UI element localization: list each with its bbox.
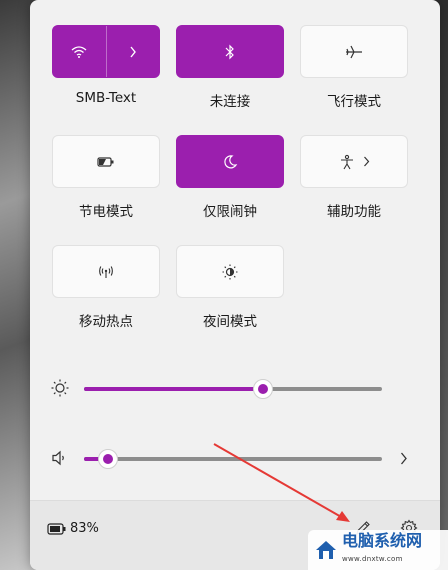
- sun-icon: [50, 378, 70, 398]
- airplane-label: 飞行模式: [327, 94, 381, 110]
- bluetooth-tile[interactable]: [176, 25, 284, 78]
- wifi-expand-button[interactable]: [105, 26, 159, 77]
- night-light-tile[interactable]: [176, 245, 284, 298]
- night-light-icon: [222, 264, 238, 279]
- hotspot-icon: [99, 265, 113, 278]
- airplane-tile[interactable]: [300, 25, 408, 78]
- accessibility-tile[interactable]: [300, 135, 408, 188]
- volume-thumb[interactable]: [97, 449, 118, 469]
- house-logo-icon: [316, 541, 336, 559]
- brightness-fill: [84, 387, 263, 391]
- bluetooth-label: 未连接: [209, 94, 251, 110]
- night-light-label: 夜间模式: [203, 314, 257, 330]
- audio-output-expand-button[interactable]: [394, 448, 414, 468]
- accessibility-label: 辅助功能: [327, 204, 381, 220]
- watermark-text: 电脑系统网: [342, 531, 423, 550]
- chevron-right-icon[interactable]: [363, 156, 370, 167]
- battery-saver-icon: [97, 156, 114, 167]
- bluetooth-icon: [225, 44, 234, 59]
- accessibility-icon: [340, 154, 353, 169]
- wifi-icon: [72, 45, 87, 58]
- brightness-thumb[interactable]: [252, 379, 273, 399]
- battery-percentage[interactable]: 83%: [70, 521, 99, 536]
- battery-saver-label: 节电模式: [79, 204, 133, 220]
- watermark: 电脑系统网 www.dnxtw.com: [308, 530, 448, 570]
- chevron-right-icon: [400, 452, 407, 464]
- focus-assist-label: 仅限闹钟: [203, 204, 257, 220]
- wifi-label: SMB-Text: [75, 90, 137, 106]
- hotspot-tile[interactable]: [52, 245, 160, 298]
- volume-slider[interactable]: [84, 449, 382, 469]
- moon-icon: [224, 154, 238, 168]
- chevron-right-icon: [130, 46, 136, 57]
- battery-icon[interactable]: [46, 521, 68, 537]
- speaker-icon[interactable]: [50, 448, 70, 468]
- airplane-icon: [346, 45, 362, 58]
- battery-saver-tile[interactable]: [52, 135, 160, 188]
- wifi-toggle[interactable]: [53, 26, 106, 77]
- brightness-slider[interactable]: [84, 379, 382, 399]
- wifi-tile[interactable]: [52, 25, 160, 78]
- quick-settings-panel: SMB-Text 未连接 飞行模式 节电模式 仅限闹钟 辅助功能 移动热点 夜间…: [30, 0, 440, 570]
- focus-assist-tile[interactable]: [176, 135, 284, 188]
- watermark-url: www.dnxtw.com: [342, 555, 403, 563]
- hotspot-label: 移动热点: [79, 314, 133, 330]
